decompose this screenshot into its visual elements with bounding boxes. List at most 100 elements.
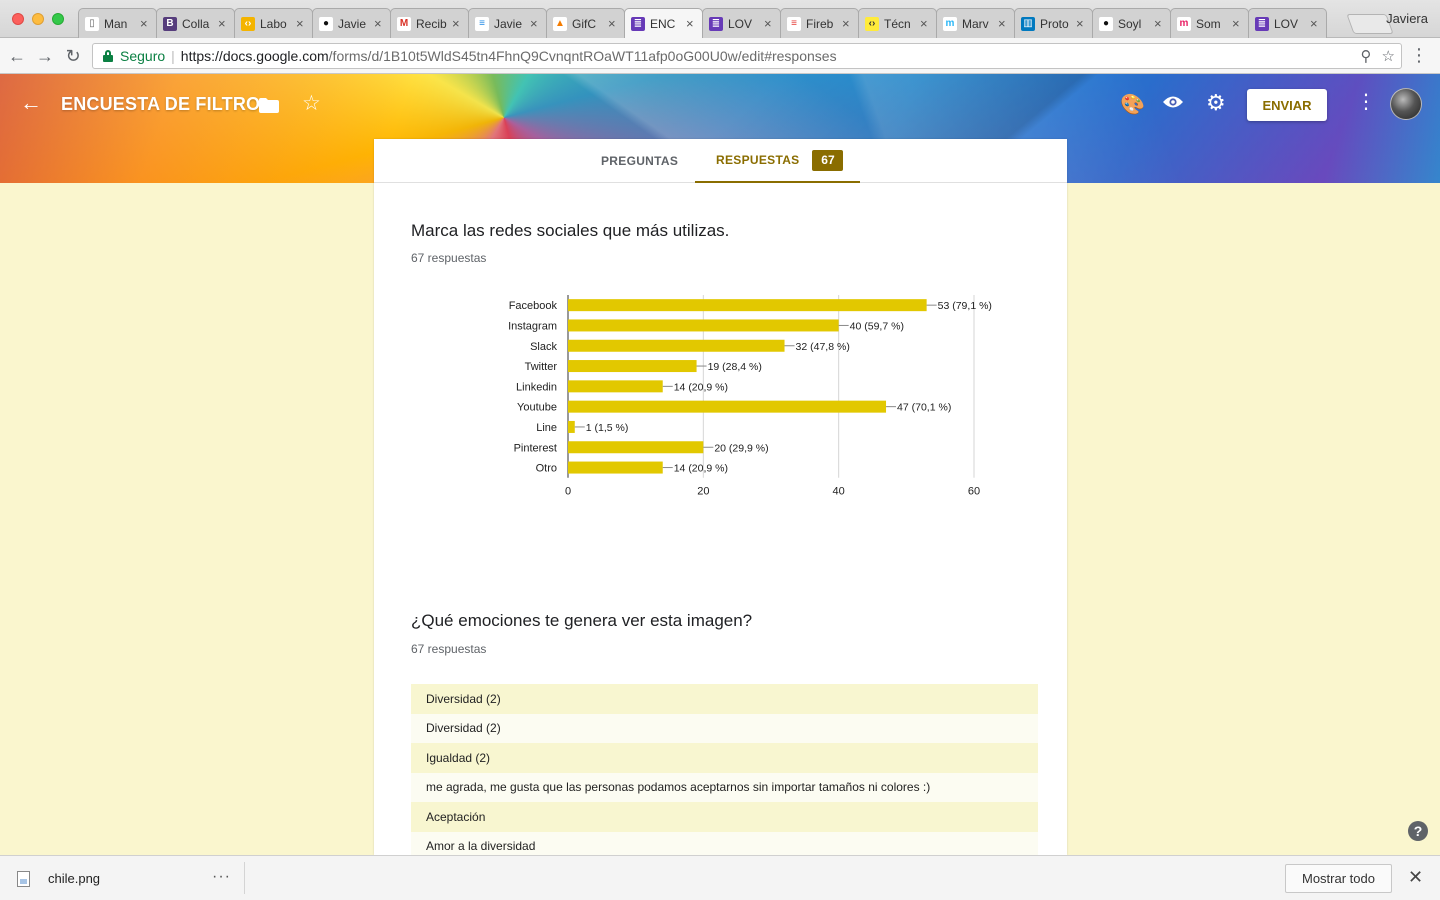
bar (568, 400, 887, 413)
tab-questions[interactable]: PREGUNTAS (601, 154, 678, 168)
browser-tab[interactable]: ≡ Javie × (468, 8, 547, 38)
tab-close-icon[interactable]: × (452, 16, 462, 31)
forward-arrow-icon[interactable]: → (34, 45, 56, 67)
browser-tab[interactable]: m Som × (1170, 8, 1249, 38)
response-row: Amor a la diversidad (411, 831, 1038, 855)
tab-responses[interactable]: RESPUESTAS 67 (695, 139, 860, 183)
send-button[interactable]: ENVIAR (1247, 89, 1327, 121)
tab-close-icon[interactable]: × (842, 16, 852, 31)
category-label: Otro (536, 463, 557, 475)
tab-close-icon[interactable]: × (764, 16, 774, 31)
gear-icon[interactable]: ⚙ (1206, 90, 1226, 116)
window-close-button[interactable] (12, 13, 24, 25)
data-label: 14 (20,9 %) (674, 381, 728, 393)
window-minimize-button[interactable] (32, 13, 44, 25)
tab-close-icon[interactable]: × (218, 16, 228, 31)
browser-tab[interactable]: B Colla × (156, 8, 235, 38)
category-label: Pinterest (514, 442, 557, 454)
bar (568, 461, 663, 474)
tab-close-icon[interactable]: × (1310, 16, 1320, 31)
tab-favicon-icon: ▲ (553, 16, 567, 31)
show-all-button[interactable]: Mostrar todo (1285, 864, 1392, 893)
back-arrow-icon[interactable]: ← (6, 45, 28, 67)
tab-label: Man (104, 16, 128, 31)
tab-close-icon[interactable]: × (998, 16, 1008, 31)
tab-close-icon[interactable]: × (920, 16, 930, 31)
browser-tab[interactable]: ‹› Técn × (858, 8, 937, 38)
response-row: Igualdad (2) (411, 743, 1038, 773)
tab-label: Som (1196, 16, 1221, 31)
data-label: 47 (70,1 %) (897, 402, 951, 414)
browser-tab[interactable]: M Recib × (390, 8, 469, 38)
palette-icon[interactable]: 🎨 (1120, 92, 1145, 117)
tab-close-icon[interactable]: × (530, 16, 540, 31)
reload-icon[interactable]: ↻ (62, 45, 84, 67)
browser-tab[interactable]: ≣ LOV × (702, 8, 781, 38)
browser-menu-icon[interactable]: ⋮ (1410, 46, 1428, 64)
data-label: 40 (59,7 %) (850, 320, 904, 332)
download-menu-icon[interactable]: ··· (212, 868, 231, 886)
category-label: Facebook (509, 300, 558, 312)
more-options-icon[interactable]: ⋮ (1356, 92, 1376, 112)
folder-icon[interactable] (259, 98, 279, 113)
preview-eye-icon[interactable] (1162, 95, 1184, 109)
bar (568, 339, 785, 352)
help-icon[interactable]: ? (1408, 821, 1428, 841)
browser-tab[interactable]: ≣ ENC × (624, 8, 703, 38)
form-title[interactable]: ENCUESTA DE FILTRO (61, 94, 260, 115)
tab-favicon-icon: ≣ (709, 16, 723, 31)
tab-label: Recib (416, 16, 447, 31)
window-zoom-button[interactable] (52, 13, 64, 25)
browser-tab[interactable]: m Marv × (936, 8, 1015, 38)
secure-label: Seguro (120, 48, 166, 64)
x-tick-label: 60 (968, 486, 980, 498)
tab-label: Colla (182, 16, 210, 31)
url-path: /forms/d/1B10t5WldS45tn4FhnQ9CvnqntROaWT… (328, 48, 837, 64)
bar (568, 380, 663, 393)
bookmark-star-icon[interactable]: ☆ (1382, 47, 1395, 65)
browser-tab[interactable]: ≡ Fireb × (780, 8, 859, 38)
avatar[interactable] (1390, 88, 1422, 120)
question-title: ¿Qué emociones te genera ver esta imagen… (411, 611, 753, 630)
tab-favicon-icon: ● (1099, 16, 1113, 31)
browser-tab[interactable]: ▥ Proto × (1014, 8, 1093, 38)
back-arrow-icon[interactable]: ← (20, 90, 42, 116)
tab-label: Fireb (806, 16, 834, 31)
tab-label: Marv (962, 16, 989, 31)
tab-close-icon[interactable]: × (296, 16, 306, 31)
star-icon[interactable]: ☆ (302, 91, 321, 116)
download-file-name[interactable]: chile.png (48, 871, 100, 886)
bar (568, 420, 575, 433)
tab-close-icon[interactable]: × (686, 16, 696, 31)
tab-favicon-icon: ‹› (865, 16, 879, 31)
tab-label: Proto (1040, 16, 1069, 31)
tab-favicon-icon: B (163, 16, 177, 31)
tab-favicon-icon: m (943, 16, 957, 31)
browser-tab[interactable]: ● Javie × (312, 8, 391, 38)
tab-favicon-icon: ▥ (1021, 16, 1035, 31)
tab-close-icon[interactable]: × (1232, 16, 1242, 31)
browser-tab[interactable]: ▯ Man × (78, 8, 157, 38)
tab-close-icon[interactable]: × (374, 16, 384, 31)
tab-favicon-icon: ● (319, 16, 333, 31)
tab-close-icon[interactable]: × (1154, 16, 1164, 31)
profile-name[interactable]: Javiera (1386, 11, 1428, 26)
browser-toolbar: ← → ↻ Seguro | https://docs.google.com/f… (0, 38, 1440, 74)
tab-close-icon[interactable]: × (1076, 16, 1086, 31)
tab-favicon-icon: m (1177, 16, 1191, 31)
question-response-count: 67 respuestas (411, 642, 487, 656)
browser-tab-bar: ▯ Man × B Colla × ‹› Labo × ● Javie × M Recib × ≡ Javie ×… (0, 0, 1440, 38)
tab-close-icon[interactable]: × (608, 16, 618, 31)
download-bar: chile.png ··· Mostrar todo ✕ (0, 855, 1440, 900)
category-label: Twitter (525, 361, 558, 373)
browser-tab[interactable]: ● Soyl × (1092, 8, 1171, 38)
tab-close-icon[interactable]: × (140, 16, 150, 31)
omnibox-actions: ⚲ ☆ (1361, 47, 1395, 65)
browser-tab[interactable]: ≣ LOV × (1248, 8, 1327, 38)
data-label: 20 (29,9 %) (714, 442, 768, 454)
close-icon[interactable]: ✕ (1408, 867, 1423, 888)
browser-tab[interactable]: ‹› Labo × (234, 8, 313, 38)
address-bar[interactable]: Seguro | https://docs.google.com/forms/d… (92, 43, 1402, 69)
browser-tab[interactable]: ▲ GifC × (546, 8, 625, 38)
zoom-search-icon[interactable]: ⚲ (1361, 47, 1372, 65)
